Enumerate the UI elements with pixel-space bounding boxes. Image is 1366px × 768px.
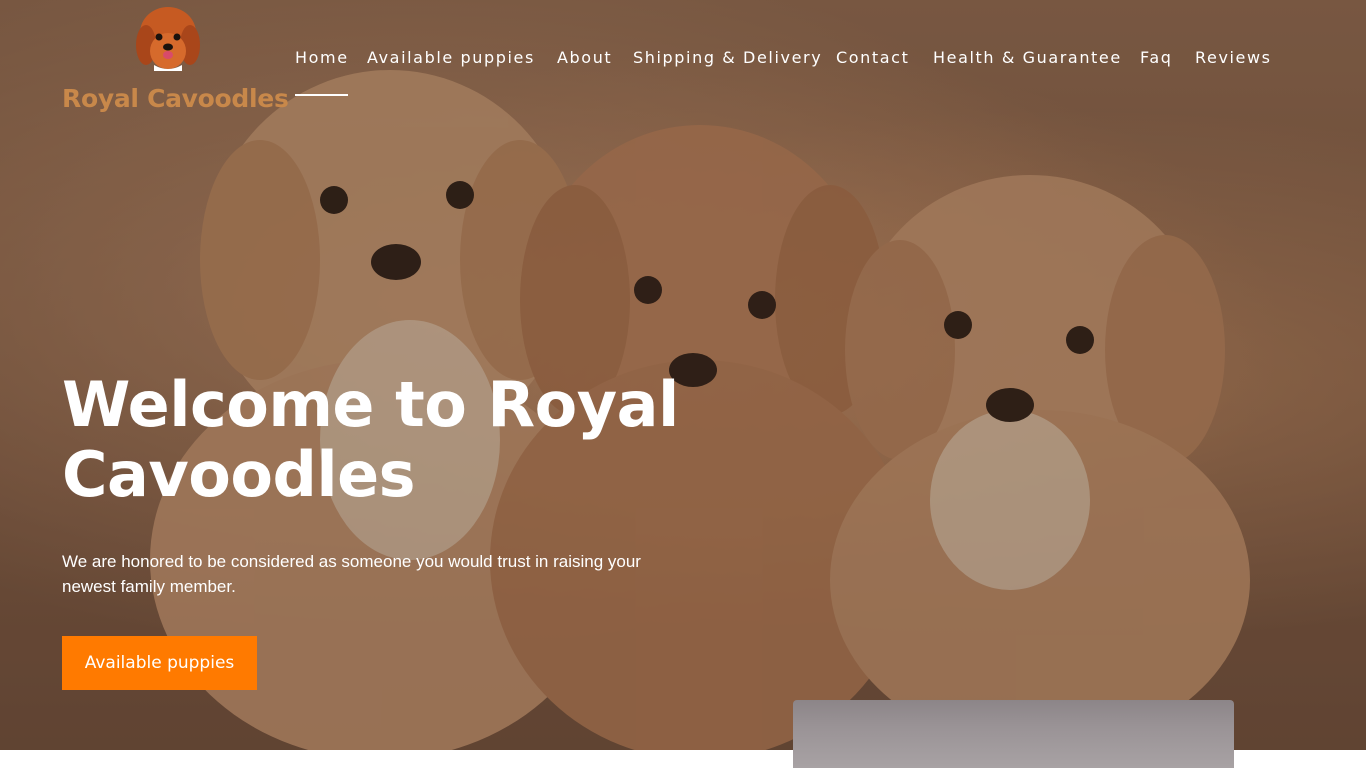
hero-title-line-2: Cavoodles <box>62 438 416 511</box>
nav-reviews[interactable]: Reviews <box>1195 48 1272 67</box>
nav-health-guarantee[interactable]: Health & Guarantee <box>933 48 1122 67</box>
nav-contact[interactable]: Contact <box>836 48 909 67</box>
hero-subtitle: We are honored to be considered as someo… <box>62 552 641 596</box>
featured-image-card <box>793 700 1234 768</box>
nav-faq[interactable]: Faq <box>1140 48 1173 67</box>
nav-about[interactable]: About <box>557 48 612 67</box>
nav-available-puppies[interactable]: Available puppies <box>367 48 535 67</box>
dog-face-logo[interactable] <box>136 5 200 71</box>
available-puppies-button[interactable]: Available puppies <box>62 636 257 690</box>
hero-title: Welcome to Royal Cavoodles <box>62 370 762 510</box>
hero-title-line-1: Welcome to Royal <box>62 368 679 441</box>
nav-home[interactable]: Home <box>295 48 349 67</box>
nav-active-indicator <box>295 94 348 96</box>
brand-name[interactable]: Royal Cavoodles <box>62 84 289 113</box>
nav-shipping-delivery[interactable]: Shipping & Delivery <box>633 48 822 67</box>
